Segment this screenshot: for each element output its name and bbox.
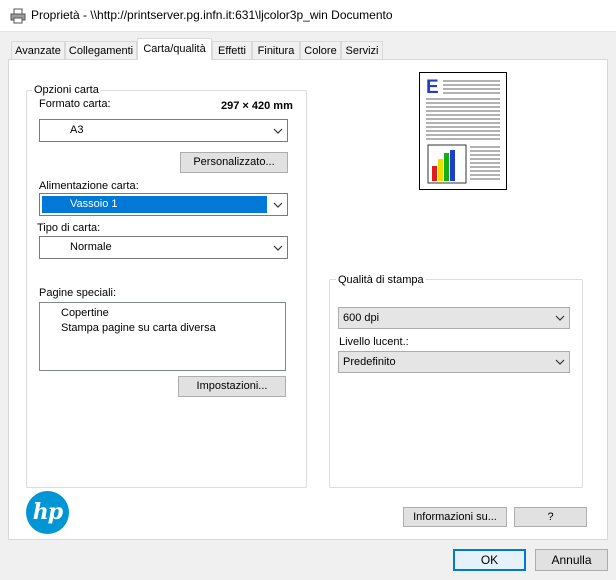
paper-source-dropdown[interactable]: Vassoio 1 [39, 193, 288, 216]
paper-type-label: Tipo di carta: [37, 222, 101, 234]
help-button[interactable]: ? [514, 507, 587, 527]
paper-options-legend: Opzioni carta [32, 84, 101, 96]
title-bar: Proprietà - \\http://printserver.pg.infn… [0, 0, 616, 32]
page-preview: E [419, 72, 507, 190]
document-preview-icon: E [426, 77, 500, 184]
tab-finitura[interactable]: Finitura [252, 41, 300, 59]
chevron-down-icon [273, 128, 283, 134]
tab-carta-qualita[interactable]: Carta/qualità [137, 38, 212, 60]
tab-colore[interactable]: Colore [300, 41, 341, 59]
resolution-value: 600 dpi [343, 312, 380, 324]
list-item-copertine[interactable]: Copertine [61, 307, 109, 319]
gloss-level-dropdown[interactable]: Predefinito [338, 351, 570, 373]
chevron-down-icon [273, 245, 283, 251]
hp-logo: hp [26, 491, 69, 534]
tab-collegamenti[interactable]: Collegamenti [65, 41, 137, 59]
paper-source-label: Alimentazione carta: [39, 180, 139, 192]
special-pages-list[interactable]: Copertine Stampa pagine su carta diversa [39, 302, 286, 371]
cancel-button[interactable]: Annulla [535, 549, 608, 571]
chevron-down-icon [555, 315, 565, 321]
ok-button[interactable]: OK [453, 549, 526, 571]
window-title: Proprietà - \\http://printserver.pg.infn… [31, 8, 393, 22]
chevron-down-icon [555, 359, 565, 365]
svg-text:E: E [426, 77, 439, 98]
special-pages-label: Pagine speciali: [39, 287, 117, 299]
paper-format-value: A3 [70, 124, 84, 136]
paper-type-dropdown[interactable]: Normale [39, 236, 288, 259]
gloss-level-value: Predefinito [343, 356, 396, 368]
paper-type-value: Normale [70, 241, 112, 253]
tab-effetti[interactable]: Effetti [212, 41, 252, 59]
custom-size-button[interactable]: Personalizzato... [180, 152, 288, 173]
list-item-stampa-pagine[interactable]: Stampa pagine su carta diversa [61, 322, 216, 334]
printer-icon [10, 8, 26, 24]
settings-button[interactable]: Impostazioni... [178, 376, 286, 397]
paper-format-dropdown[interactable]: A3 [39, 119, 288, 142]
resolution-dropdown[interactable]: 600 dpi [338, 307, 570, 329]
paper-source-value: Vassoio 1 [70, 198, 118, 210]
hp-logo-text: hp [32, 499, 63, 525]
chevron-down-icon [273, 202, 283, 208]
paper-size-value: 297 × 420 mm [221, 100, 293, 112]
print-quality-legend: Qualità di stampa [336, 274, 426, 286]
about-button[interactable]: Informazioni su... [403, 507, 507, 527]
tab-servizi[interactable]: Servizi [341, 41, 383, 59]
tab-avanzate[interactable]: Avanzate [11, 41, 65, 59]
paper-format-label: Formato carta: [39, 98, 111, 110]
gloss-level-label: Livello lucent.: [339, 336, 409, 348]
